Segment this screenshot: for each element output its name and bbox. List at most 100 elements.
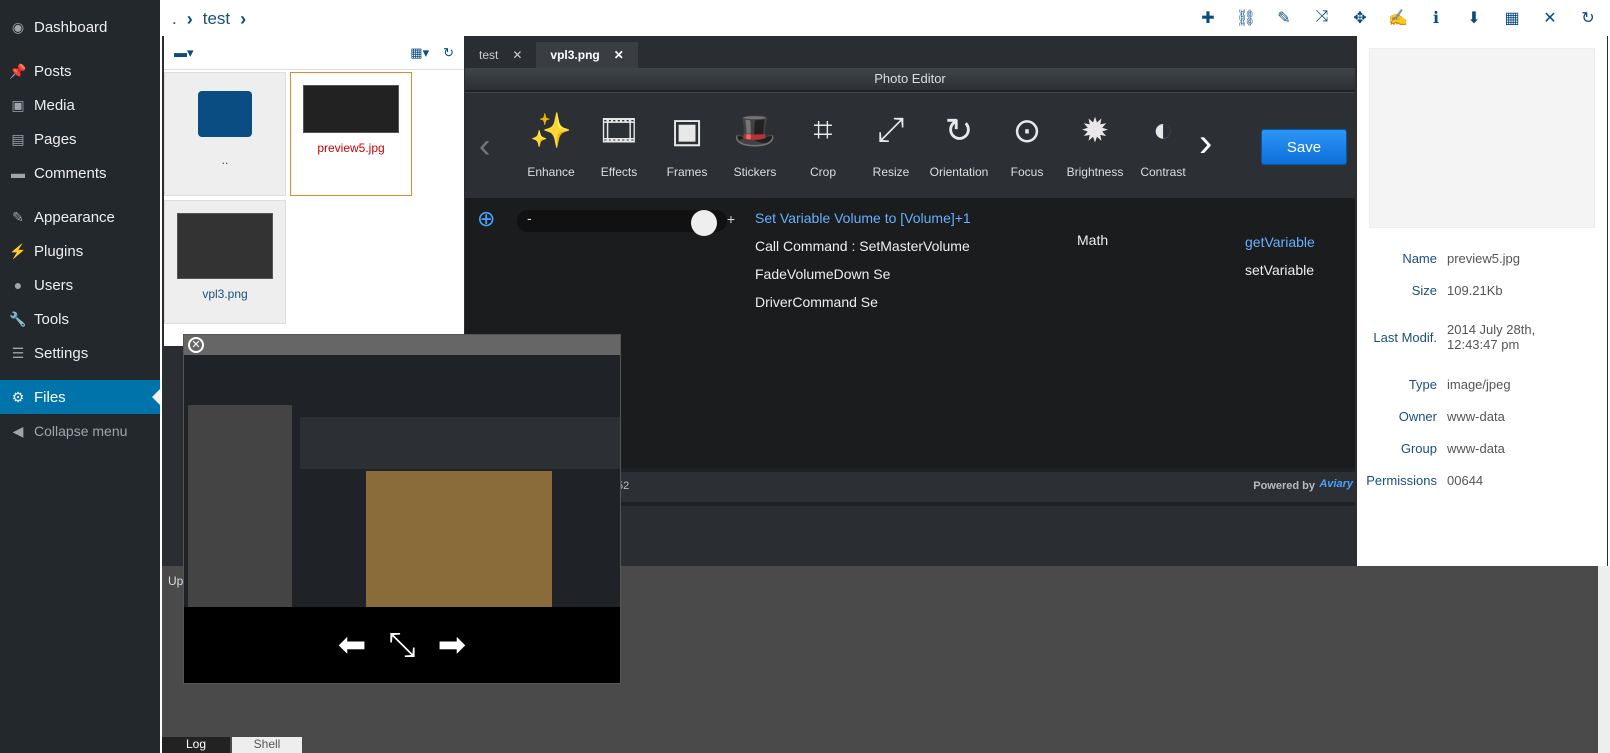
refresh-icon[interactable]: ↻ (443, 45, 454, 61)
thumbnail (303, 85, 399, 133)
sidebar-item-appearance[interactable]: ✎ Appearance (0, 200, 160, 234)
thumbnail (177, 213, 273, 279)
sidebar-item-label: Comments (34, 164, 107, 182)
save-button[interactable]: Save (1261, 129, 1347, 165)
link-icon[interactable]: ⛓ (1234, 8, 1258, 28)
canvas-label: setVariable (1245, 262, 1315, 278)
tab-test[interactable]: test ✕ (465, 42, 536, 68)
effects-icon: 🎞 (597, 112, 641, 150)
orientation-icon: ↻ (944, 112, 974, 150)
editor-title: Photo Editor (465, 68, 1355, 90)
sidebar-item-collapse-menu[interactable]: ◀ Collapse menu (0, 414, 160, 448)
admin-sidebar: ◉ Dashboard 📌 Posts ▣ Media ▤ Pages ▬ Comments ✎ Ap… (0, 0, 160, 753)
resize-icon: ⤢ (877, 111, 905, 149)
tool-effects[interactable]: 🎞 Effects (585, 93, 653, 199)
wrench-icon: 🔧 (9, 310, 27, 327)
chevron-right-icon[interactable]: › (1199, 121, 1212, 166)
briefcase-icon[interactable]: ▦ (1500, 8, 1524, 28)
zoom-slider[interactable]: - + (517, 210, 735, 236)
info-row: Group www-data (1400, 440, 1505, 456)
sidebar-item-tools[interactable]: 🔧 Tools (0, 302, 160, 336)
aviary-logo: Aviary (1319, 478, 1353, 490)
collapse-icon: ◀ (12, 422, 24, 439)
sidebar-item-label: Media (34, 96, 75, 114)
stickers-icon: 🎩 (733, 112, 777, 150)
sidebar-item-files[interactable]: ⚙ Files (0, 380, 160, 414)
tool-contrast[interactable]: ◐ Contrast (1129, 93, 1197, 199)
chevron-left-icon[interactable]: ‹ (479, 127, 490, 166)
popup-header (184, 335, 620, 355)
arrow-right-icon[interactable]: ➡ (438, 625, 467, 665)
tool-orientation[interactable]: ↻ Orientation (925, 93, 993, 199)
file-name: .. (221, 153, 229, 167)
breadcrumb-folder[interactable]: test (193, 9, 240, 29)
sidebar-item-posts[interactable]: 📌 Posts (0, 54, 160, 88)
gear-icon: ⚙ (11, 388, 25, 405)
crop-icon: ⌗ (813, 111, 833, 149)
file-info-panel: Name preview5.jpg Size 109.21Kb Last Modif. 2… (1357, 36, 1607, 566)
info-row: Type image/jpeg (1408, 376, 1511, 392)
preview-image (184, 355, 620, 609)
tab-log[interactable]: Log (162, 737, 230, 753)
sidebar-item-settings[interactable]: ☰ Settings (0, 336, 160, 370)
breadcrumb-root[interactable]: . (162, 9, 187, 29)
file-tile-preview5[interactable]: preview5.jpg (290, 72, 412, 196)
sidebar-item-pages[interactable]: ▤ Pages (0, 122, 160, 156)
shuffle-icon[interactable]: ⤨ (1310, 8, 1334, 28)
scrollbar[interactable] (1598, 566, 1610, 753)
editor-toolbar: ‹ ✨ Enhance 🎞 Effects ▣ Frames 🎩 Stickers ⌗ Crop ⤢… (465, 92, 1355, 198)
breadcrumb-bar: . › test › ✚ ⛓ ✎ ⤨ ✥ ✍ ℹ ⬇ ▦ ✕ ↻ (162, 4, 1608, 34)
tab-shell[interactable]: Shell (232, 737, 302, 753)
file-tile-parent[interactable]: .. (164, 72, 286, 196)
expand-icon[interactable]: ⤡ (388, 626, 415, 665)
sidebar-item-comments[interactable]: ▬ Comments (0, 156, 160, 190)
tool-focus[interactable]: ⊙ Focus (993, 93, 1061, 199)
canvas-label: getVariable (1245, 234, 1315, 250)
sidebar-item-label: Plugins (34, 242, 84, 260)
tool-stickers[interactable]: 🎩 Stickers (721, 93, 789, 199)
sidebar-item-label: Files (34, 388, 66, 406)
info-icon[interactable]: ℹ (1424, 8, 1448, 28)
tool-resize[interactable]: ⤢ Resize (857, 93, 925, 199)
file-thumbnail (1369, 48, 1595, 228)
upload-label[interactable]: Up (168, 574, 183, 588)
edit-icon[interactable]: ✎ (1272, 8, 1296, 28)
drive-icon[interactable]: ▬▾ (174, 45, 194, 61)
toolbar-icons: ✚ ⛓ ✎ ⤨ ✥ ✍ ℹ ⬇ ▦ ✕ ↻ (1196, 8, 1600, 28)
arrow-left-icon[interactable]: ⬅ (338, 625, 367, 665)
sidebar-item-label: Collapse menu (34, 423, 128, 439)
sidebar-item-label: Users (34, 276, 74, 294)
file-browser: ▬▾ ▦▾ ↻ .. preview5.jpg vpl3.png (164, 36, 464, 346)
brightness-icon: ✹ (1080, 112, 1110, 150)
tool-frames[interactable]: ▣ Frames (653, 93, 721, 199)
rename-icon[interactable]: ✍ (1386, 8, 1410, 28)
sidebar-item-label: Pages (34, 130, 77, 148)
tab-vpl3[interactable]: vpl3.png ✕ (536, 42, 638, 68)
sidebar-item-dashboard[interactable]: ◉ Dashboard (0, 10, 160, 44)
close-icon[interactable]: ✕ (614, 48, 624, 62)
pages-icon: ▤ (11, 130, 25, 147)
grid-view-icon[interactable]: ▦▾ (410, 45, 429, 61)
close-icon[interactable]: ✕ (188, 337, 204, 353)
download-icon[interactable]: ⬇ (1462, 8, 1486, 28)
refresh-icon[interactable]: ↻ (1576, 8, 1600, 28)
sidebar-item-label: Appearance (34, 208, 115, 226)
pin-icon: 📌 (9, 62, 27, 79)
sidebar-item-media[interactable]: ▣ Media (0, 88, 160, 122)
info-row: Name preview5.jpg (1402, 250, 1520, 266)
move-icon[interactable]: ✥ (1348, 8, 1372, 28)
dashboard-icon: ◉ (11, 18, 25, 35)
zoom-icon[interactable]: ⊕ (477, 206, 495, 232)
preview-photo (366, 471, 552, 609)
add-icon[interactable]: ✚ (1196, 8, 1220, 28)
tool-brightness[interactable]: ✹ Brightness (1061, 93, 1129, 199)
sidebar-item-plugins[interactable]: ⚡ Plugins (0, 234, 160, 268)
preview-files (188, 405, 292, 609)
close-icon[interactable]: ✕ (512, 48, 522, 62)
file-tile-vpl3[interactable]: vpl3.png (164, 200, 286, 324)
close-icon[interactable]: ✕ (1538, 8, 1562, 28)
tool-enhance[interactable]: ✨ Enhance (517, 93, 585, 199)
folder-icon (198, 91, 252, 137)
tool-crop[interactable]: ⌗ Crop (789, 93, 857, 199)
sidebar-item-users[interactable]: ● Users (0, 268, 160, 302)
